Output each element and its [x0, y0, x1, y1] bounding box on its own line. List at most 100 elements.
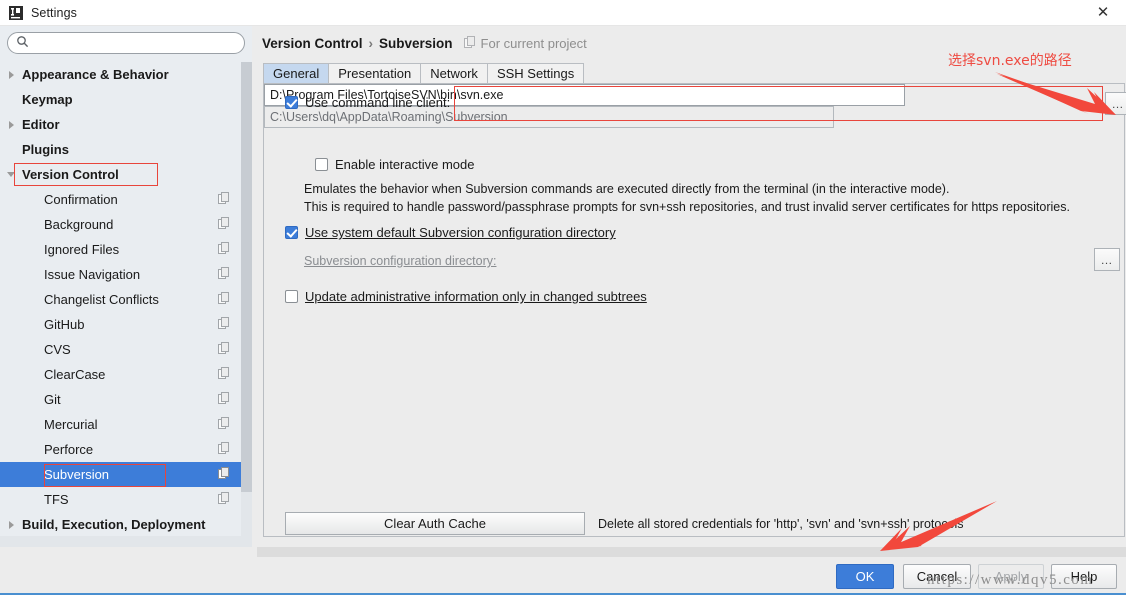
- tab-label: SSH Settings: [496, 66, 575, 81]
- tab-network[interactable]: Network: [420, 63, 488, 83]
- tab-ssh-settings[interactable]: SSH Settings: [486, 63, 585, 83]
- tab-strip: General Presentation Network SSH Settings: [263, 63, 585, 83]
- sidebar-item-appearance-behavior[interactable]: Appearance & Behavior: [0, 62, 241, 87]
- close-icon[interactable]: ✕: [1080, 0, 1126, 26]
- config-dir-browse-button[interactable]: …: [1094, 248, 1120, 271]
- sidebar-item-build-execution-deployment[interactable]: Build, Execution, Deployment: [0, 512, 241, 536]
- breadcrumb-parent[interactable]: Version Control: [262, 36, 363, 51]
- chevron-down-icon[interactable]: [0, 172, 22, 177]
- sidebar-item-clearcase[interactable]: ClearCase: [0, 362, 241, 387]
- copy-icon[interactable]: [218, 392, 231, 407]
- sidebar-item-label: Git: [44, 392, 61, 407]
- settings-dialog-body: Appearance & Behavior Keymap Editor Plugins…: [0, 26, 1126, 595]
- content-horizontal-scrollbar[interactable]: [257, 547, 1126, 557]
- chevron-right-icon[interactable]: [0, 120, 22, 129]
- tab-label: General: [273, 66, 320, 81]
- sidebar-item-issue-navigation[interactable]: Issue Navigation: [0, 262, 241, 287]
- ok-button[interactable]: OK: [836, 564, 894, 589]
- sidebar-item-label: Mercurial: [44, 417, 98, 432]
- interactive-mode-row: Enable interactive mode: [315, 157, 474, 172]
- sidebar-item-label: CVS: [44, 342, 71, 357]
- settings-tree-scroll: Appearance & Behavior Keymap Editor Plugins…: [0, 62, 252, 536]
- interactive-description-line-2: This is required to handle password/pass…: [304, 200, 1070, 214]
- breadcrumb-current: Subversion: [379, 36, 453, 51]
- enable-interactive-mode-label: Enable interactive mode: [335, 157, 475, 172]
- sidebar-item-version-control[interactable]: Version Control: [0, 162, 241, 187]
- breadcrumb-separator: ›: [368, 36, 374, 51]
- general-tab-panel: Use command line client: D:\Program File…: [263, 83, 1126, 537]
- clear-auth-cache-label: Clear Auth Cache: [384, 516, 486, 531]
- sidebar-item-confirmation[interactable]: Confirmation: [0, 187, 241, 212]
- sidebar-horizontal-scrollbar-track[interactable]: [0, 536, 252, 547]
- clear-auth-cache-button[interactable]: Clear Auth Cache: [285, 512, 585, 535]
- sidebar-item-perforce[interactable]: Perforce: [0, 437, 241, 462]
- copy-icon[interactable]: [218, 217, 231, 232]
- tab-general[interactable]: General: [263, 63, 330, 83]
- enable-interactive-mode-checkbox[interactable]: [315, 158, 328, 171]
- watermark: https://www.dqv5.com: [927, 572, 1094, 588]
- copy-icon[interactable]: [218, 492, 231, 507]
- use-system-default-checkbox[interactable]: [285, 226, 298, 239]
- search-box[interactable]: [7, 32, 245, 54]
- search-icon: [16, 35, 29, 51]
- sidebar-item-label: Editor: [22, 117, 60, 132]
- copy-icon[interactable]: [218, 367, 231, 382]
- search-input[interactable]: [34, 35, 236, 51]
- sidebar-item-git[interactable]: Git: [0, 387, 241, 412]
- window-titlebar: Settings ✕: [0, 0, 1126, 26]
- sidebar-item-editor[interactable]: Editor: [0, 112, 241, 137]
- sidebar-vertical-scrollbar-thumb[interactable]: [241, 62, 252, 492]
- breadcrumb: Version Control › Subversion For current…: [262, 36, 587, 51]
- chevron-right-icon[interactable]: [0, 70, 22, 79]
- sidebar-item-changelist-conflicts[interactable]: Changelist Conflicts: [0, 287, 241, 312]
- use-cli-row: Use command line client:: [285, 95, 450, 110]
- sidebar-item-label: Plugins: [22, 142, 69, 157]
- sidebar-item-mercurial[interactable]: Mercurial: [0, 412, 241, 437]
- sidebar-item-label: TFS: [44, 492, 69, 507]
- sidebar-item-label: Subversion: [44, 467, 110, 482]
- settings-content-panel: Version Control › Subversion For current…: [257, 26, 1126, 547]
- cli-path-browse-button[interactable]: …: [1105, 92, 1126, 115]
- tab-label: Network: [430, 66, 478, 81]
- settings-sidebar: Appearance & Behavior Keymap Editor Plugins…: [0, 26, 252, 547]
- copy-icon[interactable]: [218, 442, 231, 457]
- copy-icon[interactable]: [218, 192, 231, 207]
- sidebar-item-github[interactable]: GitHub: [0, 312, 241, 337]
- use-system-default-label: Use system default Subversion configurat…: [305, 225, 616, 240]
- tab-label: Presentation: [338, 66, 412, 81]
- search-container: [0, 26, 252, 59]
- sidebar-item-tfs[interactable]: TFS: [0, 487, 241, 512]
- sidebar-item-cvs[interactable]: CVS: [0, 337, 241, 362]
- clear-auth-cache-description: Delete all stored credentials for 'http'…: [598, 517, 964, 531]
- sidebar-item-plugins[interactable]: Plugins: [0, 137, 241, 162]
- sidebar-item-subversion[interactable]: Subversion: [0, 462, 241, 487]
- sidebar-item-label: Issue Navigation: [44, 267, 141, 282]
- copy-icon[interactable]: [218, 242, 231, 257]
- copy-icon[interactable]: [218, 417, 231, 432]
- sidebar-item-ignored-files[interactable]: Ignored Files: [0, 237, 241, 262]
- copy-icon[interactable]: [218, 317, 231, 332]
- sidebar-item-keymap[interactable]: Keymap: [0, 87, 241, 112]
- chevron-right-icon[interactable]: [0, 520, 22, 529]
- copy-icon[interactable]: [218, 467, 231, 482]
- sidebar-item-label: Keymap: [22, 92, 73, 107]
- update-admin-row: Update administrative information only i…: [285, 289, 647, 304]
- settings-tree: Appearance & Behavior Keymap Editor Plugins…: [0, 62, 241, 536]
- tab-presentation[interactable]: Presentation: [328, 63, 422, 83]
- use-cli-label: Use command line client:: [305, 95, 451, 110]
- sidebar-item-label: Background: [44, 217, 114, 232]
- sidebar-item-label: Appearance & Behavior: [22, 67, 169, 82]
- use-cli-checkbox[interactable]: [285, 96, 298, 109]
- sidebar-item-label: ClearCase: [44, 367, 106, 382]
- use-system-default-row: Use system default Subversion configurat…: [285, 225, 616, 240]
- update-admin-checkbox[interactable]: [285, 290, 298, 303]
- config-dir-label: Subversion configuration directory:: [304, 254, 497, 268]
- sidebar-item-label: Confirmation: [44, 192, 118, 207]
- sidebar-item-background[interactable]: Background: [0, 212, 241, 237]
- breadcrumb-scope-label: For current project: [480, 36, 587, 51]
- copy-icon[interactable]: [218, 267, 231, 282]
- copy-icon[interactable]: [218, 292, 231, 307]
- window-title: Settings: [31, 5, 77, 20]
- sidebar-item-label: Ignored Files: [44, 242, 120, 257]
- copy-icon[interactable]: [218, 342, 231, 357]
